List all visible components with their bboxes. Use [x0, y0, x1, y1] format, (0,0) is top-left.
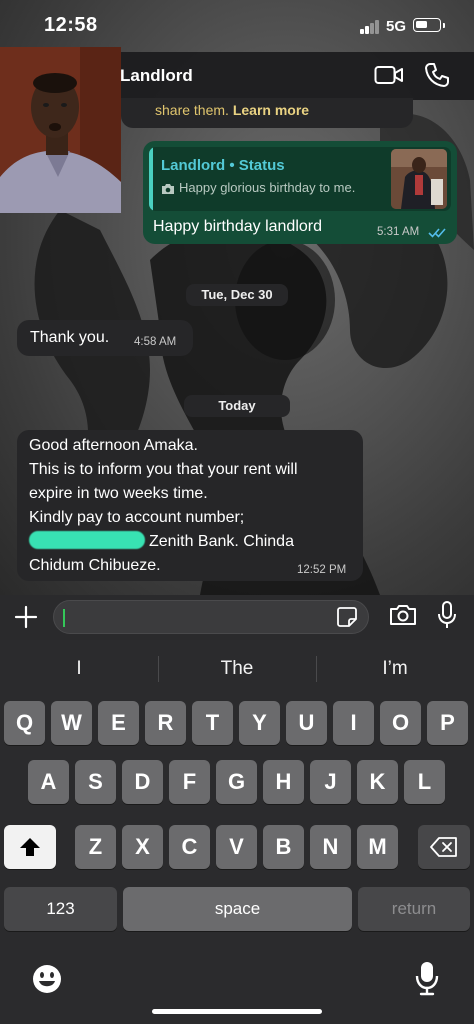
- notice-line-4: Kindly pay to account number;: [29, 509, 245, 526]
- notice-line-3: expire in two weeks time.: [29, 485, 208, 502]
- key-p[interactable]: P: [427, 701, 468, 745]
- key-t[interactable]: T: [192, 701, 233, 745]
- cellular-signal-icon: [360, 20, 382, 34]
- video-call-icon[interactable]: [374, 64, 404, 91]
- key-v[interactable]: V: [216, 825, 257, 869]
- key-w[interactable]: W: [51, 701, 92, 745]
- suggestion-2[interactable]: The: [158, 640, 316, 698]
- key-x[interactable]: X: [122, 825, 163, 869]
- network-type: 5G: [386, 18, 407, 35]
- key-q[interactable]: Q: [4, 701, 45, 745]
- status-thumbnail: [391, 149, 447, 209]
- home-indicator[interactable]: [152, 1009, 322, 1014]
- reply-time: 5:31 AM: [377, 226, 420, 238]
- key-y[interactable]: Y: [239, 701, 280, 745]
- backspace-icon: [430, 837, 457, 857]
- key-g[interactable]: G: [216, 760, 257, 804]
- notice-line-5: Zenith Bank. Chinda: [29, 530, 359, 554]
- key-e[interactable]: E: [98, 701, 139, 745]
- status-time: 12:58: [44, 14, 98, 36]
- date-separator: Tue, Dec 30: [186, 284, 288, 306]
- mic-icon[interactable]: [437, 600, 457, 637]
- key-f[interactable]: F: [169, 760, 210, 804]
- composer-bar: [0, 595, 474, 640]
- key-k[interactable]: K: [357, 760, 398, 804]
- phone-icon[interactable]: [424, 62, 450, 93]
- suggestion-3[interactable]: I’m: [316, 640, 474, 698]
- battery-icon: [413, 18, 445, 32]
- space-key[interactable]: space: [123, 887, 352, 931]
- key-m[interactable]: M: [357, 825, 398, 869]
- thanks-time: 4:58 AM: [134, 336, 177, 348]
- key-l[interactable]: L: [404, 760, 445, 804]
- notice-time: 12:52 PM: [297, 564, 347, 576]
- key-n[interactable]: N: [310, 825, 351, 869]
- info-text: share them.: [155, 102, 229, 118]
- key-a[interactable]: A: [28, 760, 69, 804]
- key-u[interactable]: U: [286, 701, 327, 745]
- status-bar: 12:58 5G: [0, 0, 474, 52]
- contact-name[interactable]: Landlord: [120, 66, 193, 86]
- thanks-text: Thank you.: [30, 329, 110, 346]
- key-d[interactable]: D: [122, 760, 163, 804]
- read-receipt-icon: [428, 226, 446, 244]
- quoted-status[interactable]: Landlord • Status Happy glorious birthda…: [149, 147, 451, 211]
- info-bubble: share them. Learn more: [121, 98, 413, 128]
- quote-text: Happy glorious birthday to me.: [179, 180, 356, 195]
- key-o[interactable]: O: [380, 701, 421, 745]
- redacted-account-number: [29, 531, 145, 549]
- notice-line-1: Good afternoon Amaka.: [29, 437, 198, 454]
- keyboard: I The I’m Q W E R T Y U I O P A S D F G …: [0, 640, 474, 1024]
- suggestion-1[interactable]: I: [0, 640, 158, 698]
- notice-bank-text: Zenith Bank. Chinda: [149, 533, 294, 550]
- text-caret: [63, 609, 65, 627]
- key-h[interactable]: H: [263, 760, 304, 804]
- return-key[interactable]: return: [358, 887, 470, 931]
- dictation-mic-icon[interactable]: [415, 960, 439, 1001]
- key-i[interactable]: I: [333, 701, 374, 745]
- key-s[interactable]: S: [75, 760, 116, 804]
- rent-notice-body: Good afternoon Amaka. This is to inform …: [29, 434, 359, 578]
- notice-line-2: This is to inform you that your rent wil…: [29, 461, 298, 478]
- camera-icon[interactable]: [389, 603, 417, 632]
- key-r[interactable]: R: [145, 701, 186, 745]
- camera-icon: [161, 182, 175, 200]
- contact-avatar[interactable]: [0, 47, 121, 213]
- message-input[interactable]: [53, 600, 369, 634]
- sticker-icon[interactable]: [336, 606, 358, 633]
- key-c[interactable]: C: [169, 825, 210, 869]
- quote-title: Landlord • Status: [161, 157, 285, 174]
- backspace-key[interactable]: [418, 825, 470, 869]
- reply-text: Happy birthday landlord: [153, 218, 322, 235]
- shift-icon: [20, 838, 40, 856]
- numbers-key[interactable]: 123: [4, 887, 117, 931]
- quote-accent-bar: [149, 147, 153, 211]
- emoji-icon[interactable]: [31, 963, 63, 1000]
- key-z[interactable]: Z: [75, 825, 116, 869]
- learn-more-link[interactable]: Learn more: [233, 102, 309, 118]
- plus-icon[interactable]: [13, 604, 39, 635]
- date-separator-today: Today: [184, 395, 290, 417]
- key-b[interactable]: B: [263, 825, 304, 869]
- key-j[interactable]: J: [310, 760, 351, 804]
- shift-key[interactable]: [4, 825, 56, 869]
